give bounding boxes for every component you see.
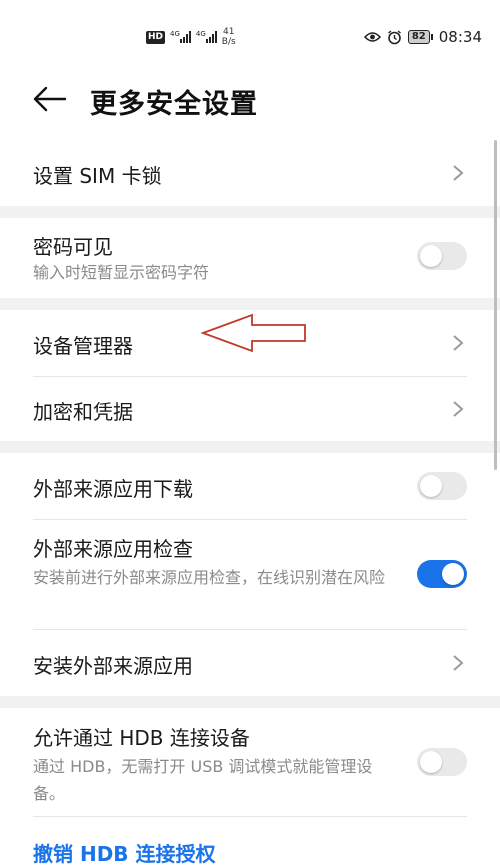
section-separator (0, 441, 500, 453)
hdb-toggle[interactable] (417, 748, 467, 776)
chevron-right-icon (453, 335, 464, 351)
signal-2-icon: 4G (195, 30, 217, 43)
password-visible-label: 密码可见 (33, 235, 113, 259)
device-manager-label: 设备管理器 (33, 334, 133, 358)
network-type-1: 4G (170, 30, 180, 38)
external-download-row[interactable]: 外部来源应用下载 (0, 453, 500, 519)
eye-icon (363, 32, 381, 42)
section-separator (0, 696, 500, 708)
sim-lock-label: 设置 SIM 卡锁 (33, 164, 162, 188)
external-check-label: 外部来源应用检查 (33, 537, 193, 561)
external-download-label: 外部来源应用下载 (33, 477, 193, 501)
status-bar: HD 4G 4G 41 B/s 82 08:34 (0, 0, 500, 70)
speed-unit: B/s (221, 37, 236, 47)
chevron-right-icon (453, 401, 464, 417)
external-check-row[interactable]: 外部来源应用检查 安装前进行外部来源应用检查，在线识别潜在风险 (0, 520, 500, 629)
password-visible-desc: 输入时短暂显示密码字符 (33, 263, 210, 282)
battery-level: 82 (407, 30, 430, 44)
revoke-hdb-link[interactable]: 撤销 HDB 连接授权 (33, 838, 216, 867)
hdb-desc: 通过 HDB，无需打开 USB 调试模式就能管理设备。 (33, 757, 373, 803)
battery-icon: 82 (407, 30, 433, 44)
password-visible-row[interactable]: 密码可见 输入时短暂显示密码字符 (0, 218, 500, 298)
speed-value: 41 (223, 27, 235, 37)
annotation-arrow-icon (200, 313, 306, 353)
chevron-right-icon (453, 655, 464, 671)
signal-1-icon: 4G (170, 30, 191, 43)
install-external-label: 安装外部来源应用 (33, 654, 193, 678)
encryption-row[interactable]: 加密和凭据 (0, 377, 500, 441)
network-speed: 41 B/s (222, 27, 236, 47)
hdb-label: 允许通过 HDB 连接设备 (33, 726, 250, 750)
alarm-icon (387, 29, 401, 44)
external-check-desc: 安装前进行外部来源应用检查，在线识别潜在风险 (33, 568, 386, 587)
app-header: 更多安全设置 (0, 70, 500, 130)
sim-lock-row[interactable]: 设置 SIM 卡锁 (0, 140, 500, 206)
scrollbar[interactable] (494, 140, 497, 470)
hd-badge: HD (146, 30, 166, 44)
encryption-label: 加密和凭据 (33, 400, 133, 424)
section-separator (0, 206, 500, 218)
install-external-row[interactable]: 安装外部来源应用 (0, 630, 500, 696)
external-download-toggle[interactable] (417, 472, 467, 500)
page-title: 更多安全设置 (90, 89, 258, 120)
row-divider (33, 816, 467, 817)
network-type-2: 4G (195, 30, 206, 38)
password-visible-toggle[interactable] (417, 242, 467, 270)
status-right: 82 08:34 (363, 26, 482, 48)
external-check-toggle[interactable] (417, 560, 467, 588)
back-arrow-icon[interactable] (32, 84, 68, 114)
chevron-right-icon (453, 165, 464, 181)
status-left: HD 4G 4G 41 B/s (146, 26, 236, 48)
section-separator (0, 298, 500, 310)
clock: 08:34 (438, 28, 482, 46)
hdb-row[interactable]: 允许通过 HDB 连接设备 通过 HDB，无需打开 USB 调试模式就能管理设备… (0, 708, 500, 816)
